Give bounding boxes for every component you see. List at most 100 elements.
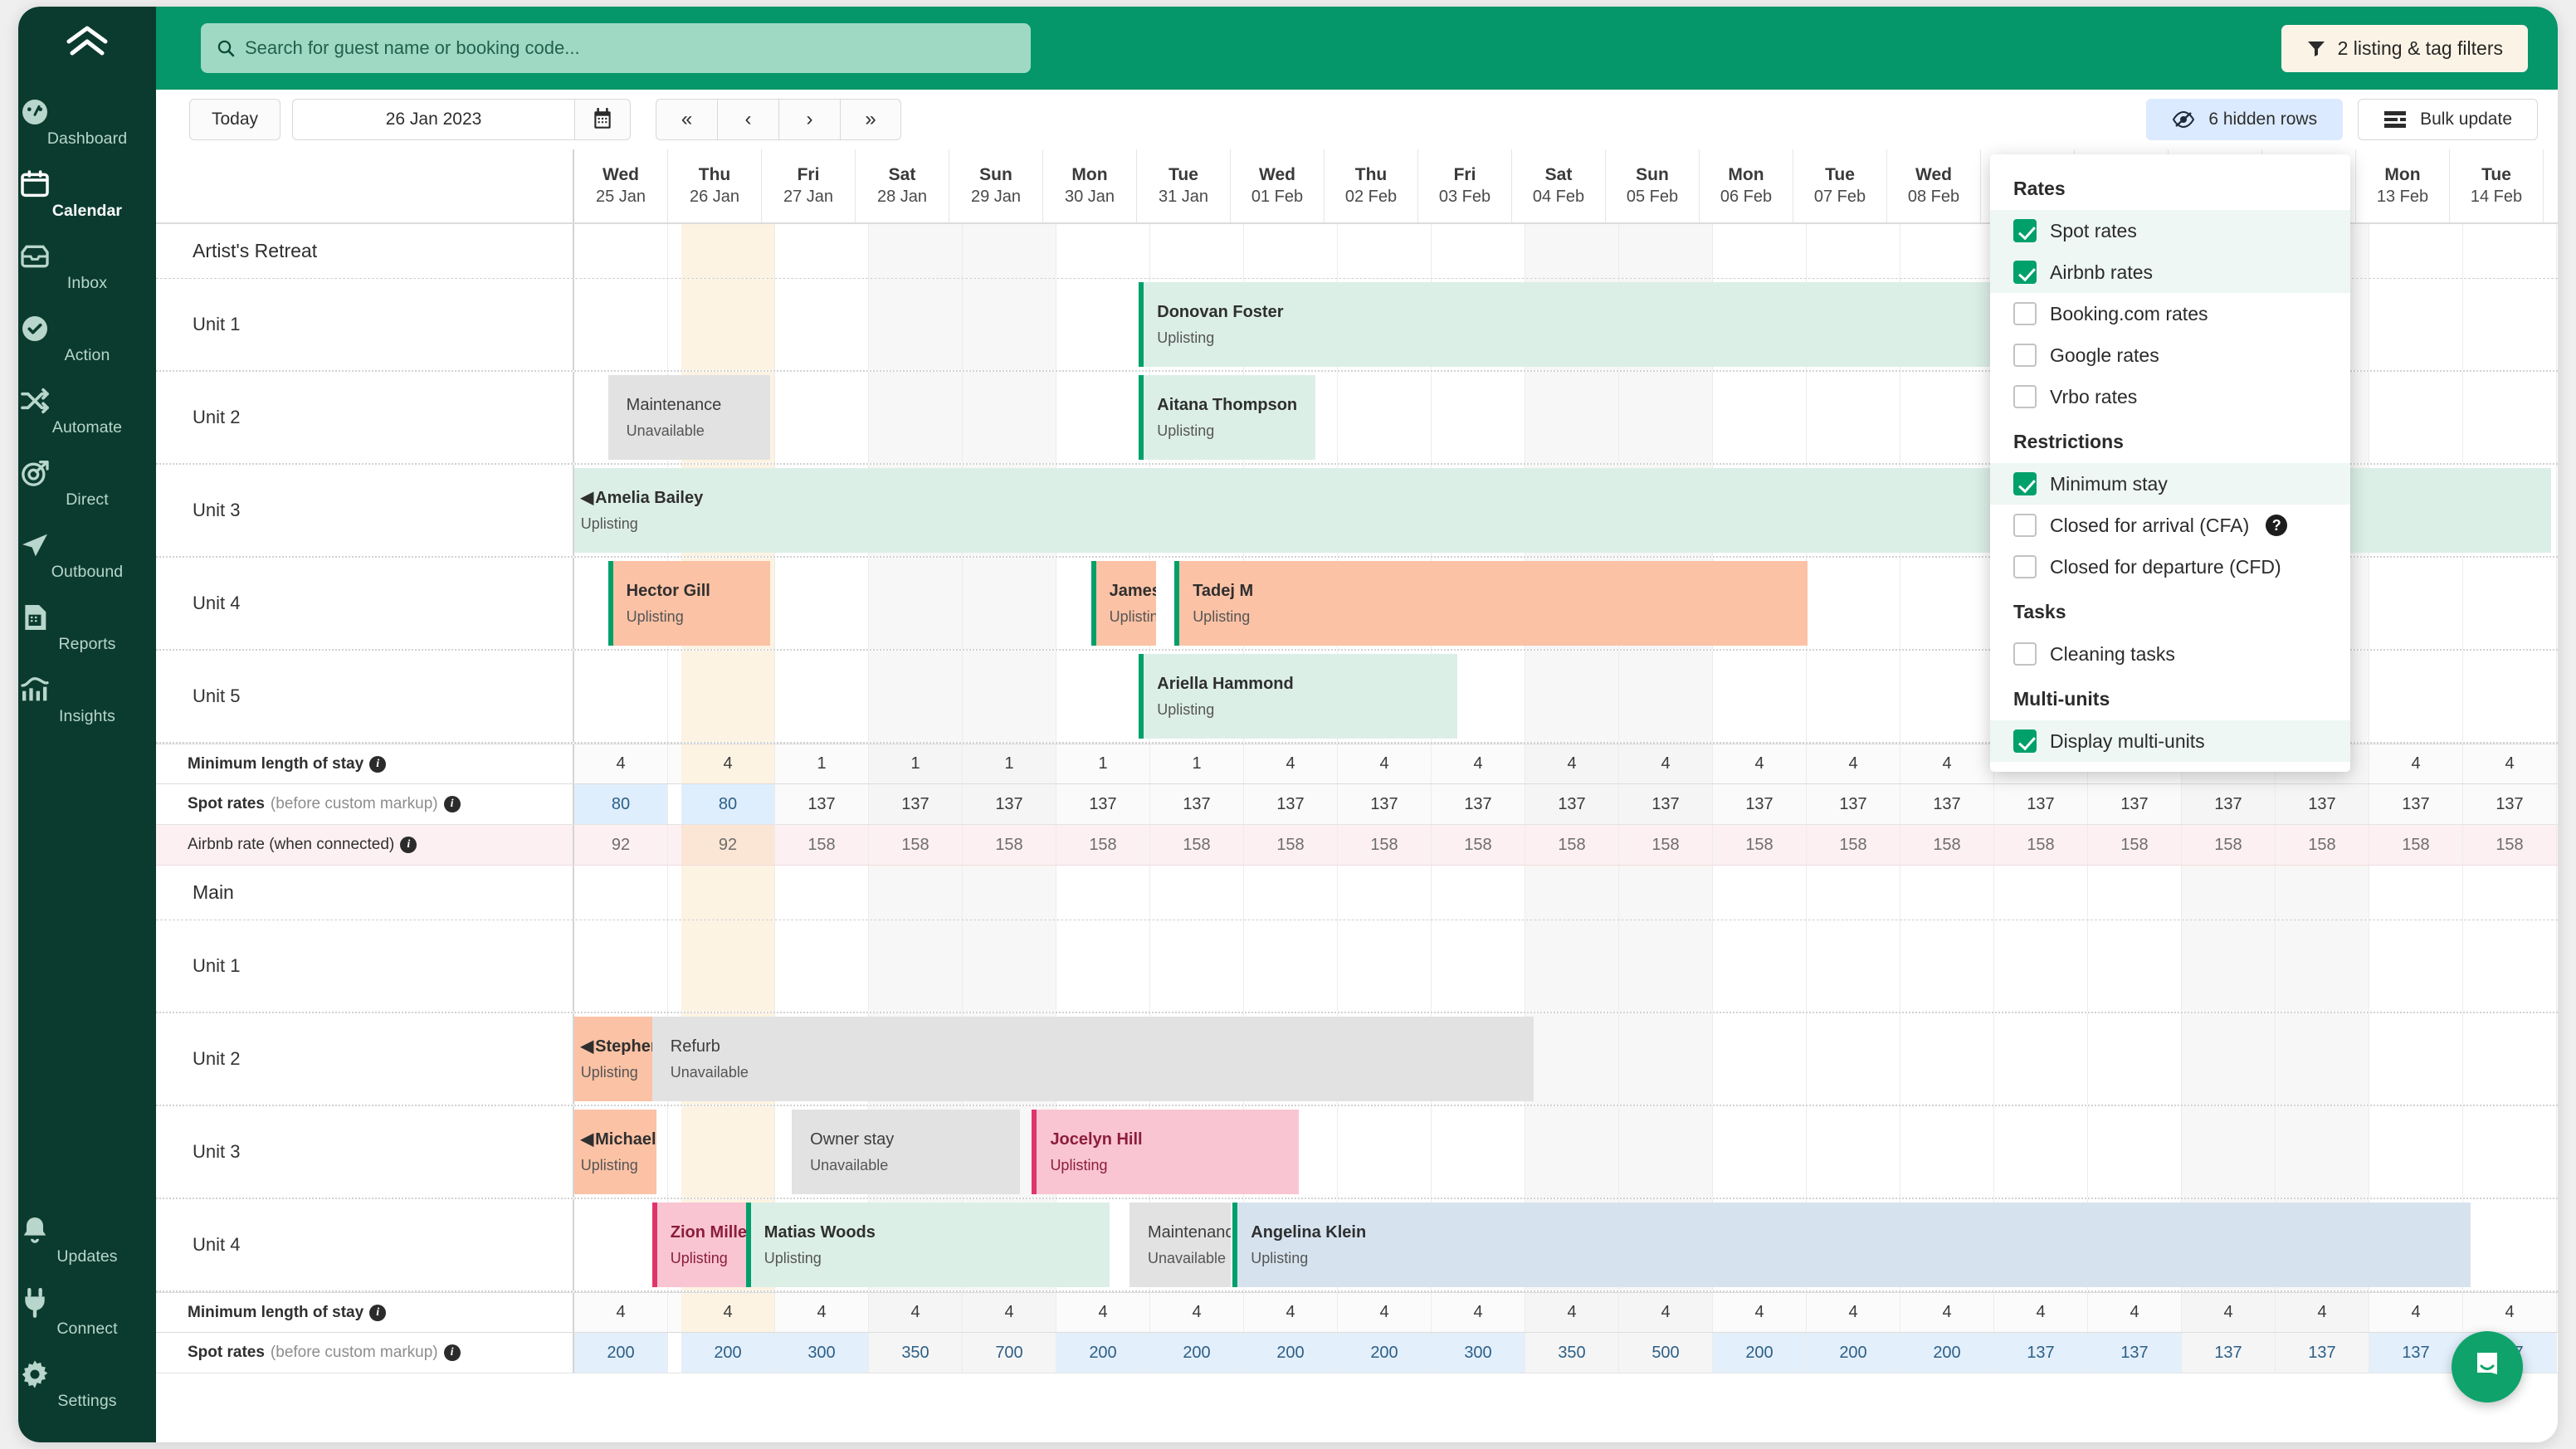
day-cell[interactable] [1525, 1013, 1619, 1105]
min-stay-cell[interactable]: 4 [574, 744, 668, 783]
day-cell[interactable] [2276, 920, 2369, 1012]
date-input[interactable]: 26 Jan 2023 [292, 99, 575, 140]
day-cell[interactable] [1244, 866, 1338, 920]
day-cell[interactable] [1619, 1013, 1713, 1105]
spot-rate-cell[interactable]: 300 [1432, 1333, 1525, 1373]
spot-rate-cell[interactable]: 137 [1807, 784, 1900, 824]
spot-rate-cell[interactable]: 137 [2276, 1333, 2369, 1373]
sidebar-item-direct[interactable]: Direct [18, 446, 156, 518]
airbnb-rate-cell[interactable]: 92 [574, 825, 668, 865]
spot-rate-cell[interactable]: 137 [2276, 784, 2369, 824]
day-cell[interactable] [963, 558, 1056, 649]
day-cell[interactable] [2182, 866, 2276, 920]
day-cell[interactable] [1056, 372, 1150, 463]
day-cell[interactable] [963, 372, 1056, 463]
day-cell[interactable] [2463, 920, 2557, 1012]
day-cell[interactable] [1150, 920, 1244, 1012]
min-stay-cell[interactable]: 4 [1713, 1293, 1807, 1332]
day-cell[interactable] [1525, 1106, 1619, 1198]
day-cell[interactable] [775, 920, 869, 1012]
day-cell[interactable] [1338, 224, 1432, 278]
day-cell[interactable] [1807, 920, 1900, 1012]
day-cell[interactable] [1807, 1106, 1900, 1198]
spot-rate-cell[interactable]: 80 [681, 784, 775, 824]
day-cell[interactable] [2276, 1013, 2369, 1105]
spot-rate-cell[interactable]: 200 [1056, 1333, 1150, 1373]
booking-bar[interactable]: Ariella Hammond Uplisting [1139, 654, 1458, 739]
spot-rate-cell[interactable]: 137 [2088, 1333, 2182, 1373]
day-cell[interactable] [574, 920, 668, 1012]
day-cell[interactable] [1900, 920, 1994, 1012]
spot-rate-cell[interactable]: 137 [1150, 784, 1244, 824]
day-cell[interactable] [1525, 920, 1619, 1012]
listing-tag-filters-button[interactable]: 2 listing & tag filters [2281, 24, 2528, 72]
min-stay-cell[interactable]: 4 [2088, 1293, 2182, 1332]
checkbox-icon[interactable] [2013, 555, 2037, 578]
booking-bar[interactable]: Hector Gill Uplisting [607, 561, 771, 646]
day-cell[interactable] [681, 866, 775, 920]
day-cell[interactable] [1338, 866, 1432, 920]
min-stay-cell[interactable]: 4 [869, 1293, 963, 1332]
spot-rate-cell[interactable]: 137 [1056, 784, 1150, 824]
day-cell[interactable] [963, 920, 1056, 1012]
day-cell[interactable] [869, 920, 963, 1012]
airbnb-rate-cell[interactable]: 158 [1432, 825, 1525, 865]
panel-option[interactable]: Closed for arrival (CFA) ? [1990, 505, 2350, 546]
day-cell[interactable] [1244, 224, 1338, 278]
day-cell[interactable] [574, 866, 668, 920]
min-stay-cell[interactable]: 4 [2463, 1293, 2557, 1332]
panel-option[interactable]: Booking.com rates [1990, 293, 2350, 334]
day-cell[interactable] [869, 372, 963, 463]
day-cell[interactable] [2182, 920, 2276, 1012]
info-icon[interactable]: i [369, 1304, 387, 1321]
min-stay-cell[interactable]: 1 [1056, 744, 1150, 783]
spot-rate-cell[interactable]: 137 [869, 784, 963, 824]
day-cell[interactable] [1338, 1106, 1432, 1198]
day-cell[interactable] [1900, 558, 1994, 649]
airbnb-rate-cell[interactable]: 92 [681, 825, 775, 865]
day-cell[interactable] [1900, 651, 1994, 742]
min-stay-cell[interactable]: 4 [775, 1293, 869, 1332]
checkbox-icon[interactable] [2013, 729, 2037, 753]
booking-bar[interactable]: Maintenance Unavailable [1129, 1203, 1231, 1287]
airbnb-rate-cell[interactable]: 158 [2088, 825, 2182, 865]
booking-bar[interactable]: Maintenance Unavailable [607, 375, 771, 460]
airbnb-rate-cell[interactable]: 158 [1338, 825, 1432, 865]
booking-bar[interactable]: Zion Miller Uplisting [651, 1203, 746, 1287]
min-stay-cell[interactable]: 1 [869, 744, 963, 783]
checkbox-icon[interactable] [2013, 642, 2037, 666]
airbnb-rate-cell[interactable]: 158 [1807, 825, 1900, 865]
day-cell[interactable] [775, 279, 869, 370]
booking-bar[interactable]: ◀Michael Jones Uplisting [572, 1110, 657, 1194]
checkbox-icon[interactable] [2013, 472, 2037, 495]
airbnb-rate-cell[interactable]: 158 [1994, 825, 2088, 865]
airbnb-rate-cell[interactable]: 158 [2182, 825, 2276, 865]
min-stay-cell[interactable]: 4 [1338, 1293, 1432, 1332]
day-cell[interactable] [2369, 651, 2463, 742]
checkbox-icon[interactable] [2013, 385, 2037, 408]
spot-rate-cell[interactable]: 200 [681, 1333, 775, 1373]
spot-rate-cell[interactable]: 350 [1525, 1333, 1619, 1373]
spot-rate-cell[interactable]: 200 [1338, 1333, 1432, 1373]
day-cell[interactable] [1619, 224, 1713, 278]
min-stay-cell[interactable]: 4 [2463, 744, 2557, 783]
day-cell[interactable] [1713, 372, 1807, 463]
day-cell[interactable] [574, 651, 668, 742]
booking-bar[interactable]: Aitana Thompson Uplisting [1139, 375, 1315, 460]
day-cell[interactable] [2463, 279, 2557, 370]
day-cell[interactable] [681, 224, 775, 278]
day-cell[interactable] [1900, 866, 1994, 920]
day-cell[interactable] [1150, 866, 1244, 920]
day-cell[interactable] [1432, 920, 1525, 1012]
day-cell[interactable] [2088, 1013, 2182, 1105]
panel-option[interactable]: Display multi-units [1990, 720, 2350, 762]
checkbox-icon[interactable] [2013, 302, 2037, 325]
booking-bar[interactable]: Donovan Foster Uplisting [1139, 282, 2124, 367]
airbnb-rate-cell[interactable]: 158 [1900, 825, 1994, 865]
min-stay-cell[interactable]: 4 [1713, 744, 1807, 783]
day-cell[interactable] [2463, 866, 2557, 920]
spot-rate-cell[interactable]: 200 [1244, 1333, 1338, 1373]
sidebar-item-reports[interactable]: Reports [18, 590, 156, 662]
day-cell[interactable] [1525, 866, 1619, 920]
spot-rate-cell[interactable]: 137 [1338, 784, 1432, 824]
